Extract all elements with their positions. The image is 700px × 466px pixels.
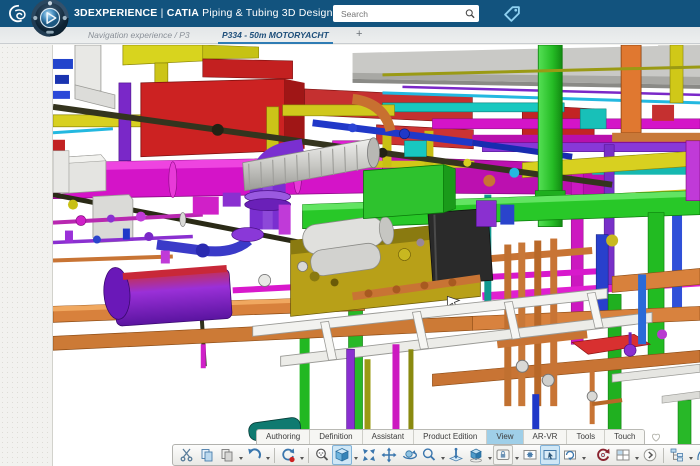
app-title: 3DEXPERIENCE | CATIA Piping & Tubing 3D … bbox=[74, 7, 333, 19]
update-dropdown-caret[interactable] bbox=[300, 456, 304, 460]
3d-model-scene bbox=[53, 45, 700, 466]
toolbar-undo[interactable] bbox=[244, 445, 264, 465]
toolbar-window-layout[interactable] bbox=[613, 445, 633, 465]
app-name: CATIA bbox=[166, 7, 200, 19]
window-layout-dropdown-caret[interactable] bbox=[635, 456, 639, 460]
application-window: 3DEXPERIENCE | CATIA Piping & Tubing 3D … bbox=[0, 0, 700, 466]
brand-name: 3DEXPERIENCE bbox=[74, 7, 158, 19]
ribbon-tab-touch[interactable]: Touch bbox=[605, 430, 645, 444]
search-icon[interactable] bbox=[464, 8, 476, 20]
toolbar-copy[interactable] bbox=[197, 445, 217, 465]
toolbar-screen-lock[interactable] bbox=[493, 445, 513, 465]
named-views-dropdown-caret[interactable] bbox=[488, 456, 492, 460]
toolbar-screen-rotate[interactable] bbox=[560, 445, 580, 465]
active-document-tab[interactable]: P334 - 50m MOTORYACHT bbox=[218, 29, 333, 44]
left-margin-panel bbox=[0, 45, 52, 466]
toolbar-normal-view[interactable] bbox=[446, 445, 466, 465]
iso-view-dropdown-caret[interactable] bbox=[354, 456, 358, 460]
app-subtitle: Piping & Tubing 3D Design bbox=[202, 7, 333, 19]
toolbar-more-commands[interactable] bbox=[640, 445, 660, 465]
3d-viewport[interactable] bbox=[52, 45, 700, 466]
ribbon-tabs: Authoring Definition Assistant Product Edit… bbox=[256, 429, 646, 444]
search-box[interactable] bbox=[333, 5, 479, 22]
ribbon-tab-assistant[interactable]: Assistant bbox=[362, 430, 415, 444]
toolbar-screen-select[interactable] bbox=[540, 445, 560, 465]
ribbon-tab-tools[interactable]: Tools bbox=[567, 430, 606, 444]
screen-lock-dropdown-caret[interactable] bbox=[515, 456, 519, 460]
toolbar-iso-view[interactable] bbox=[332, 445, 352, 465]
toolbar-3d-navigation[interactable] bbox=[694, 445, 700, 465]
search-input[interactable] bbox=[339, 7, 464, 20]
action-toolbar bbox=[172, 444, 700, 466]
design-tree-dropdown-caret[interactable] bbox=[689, 456, 693, 460]
toolbar-update[interactable] bbox=[278, 445, 298, 465]
toolbar-separator bbox=[274, 447, 275, 463]
toolbar-design-tree[interactable] bbox=[667, 445, 687, 465]
toolbar-separator bbox=[308, 447, 309, 463]
tag-button[interactable] bbox=[502, 4, 522, 24]
top-bar: 3DEXPERIENCE | CATIA Piping & Tubing 3D … bbox=[0, 0, 700, 27]
toolbar-paste[interactable] bbox=[217, 445, 237, 465]
toolbar-named-views[interactable] bbox=[466, 445, 486, 465]
screen-rotate-dropdown-caret[interactable] bbox=[582, 456, 586, 460]
ribbon-tab-ar-vr[interactable]: AR-VR bbox=[523, 430, 568, 444]
ribbon-tab-authoring[interactable]: Authoring bbox=[257, 430, 311, 444]
toolbar-rotate[interactable] bbox=[399, 445, 419, 465]
3ds-logo[interactable] bbox=[7, 3, 29, 25]
3dexperience-compass[interactable] bbox=[31, 0, 69, 37]
undo-dropdown-caret[interactable] bbox=[266, 456, 270, 460]
ribbon-tab-view[interactable]: View bbox=[487, 430, 524, 444]
toolbar-update-visualization[interactable] bbox=[593, 445, 613, 465]
ribbon-tab-product-edition[interactable]: Product Edition bbox=[414, 430, 488, 444]
favorites-heart-icon[interactable] bbox=[650, 430, 662, 444]
paste-dropdown-caret[interactable] bbox=[239, 456, 243, 460]
toolbar-separator bbox=[663, 447, 664, 463]
toolbar-pan[interactable] bbox=[379, 445, 399, 465]
document-tab-bar: Navigation experience / P3 P334 - 50m MO… bbox=[0, 27, 700, 44]
zoom-dropdown-caret[interactable] bbox=[441, 456, 445, 460]
toolbar-cut[interactable] bbox=[177, 445, 197, 465]
ribbon-tab-definition[interactable]: Definition bbox=[310, 430, 363, 444]
title-divider: | bbox=[160, 7, 164, 19]
toolbar-screen-settings[interactable] bbox=[520, 445, 540, 465]
breadcrumb[interactable]: Navigation experience / P3 bbox=[88, 30, 190, 40]
tag-icon bbox=[504, 6, 520, 22]
new-tab-button[interactable]: + bbox=[352, 28, 366, 40]
ribbon-tab-strip: Authoring Definition Assistant Product Edit… bbox=[256, 429, 662, 444]
toolbar-look-at[interactable] bbox=[312, 445, 332, 465]
toolbar-zoom[interactable] bbox=[419, 445, 439, 465]
toolbar-fit-all-in[interactable] bbox=[359, 445, 379, 465]
